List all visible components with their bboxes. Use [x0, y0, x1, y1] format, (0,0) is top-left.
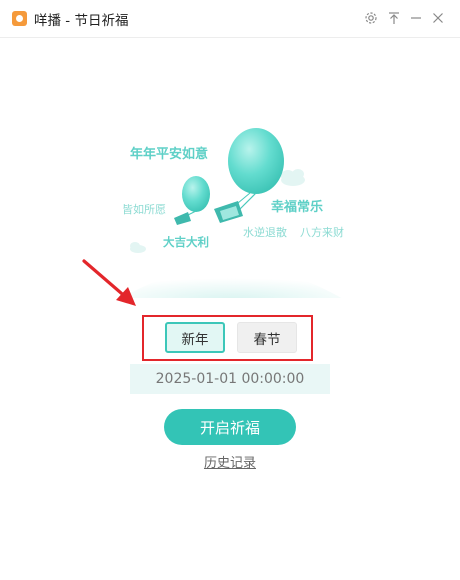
tab-new-year[interactable]: 新年: [165, 322, 225, 353]
pin-top-icon[interactable]: [384, 8, 404, 28]
history-link[interactable]: 历史记录: [0, 452, 460, 471]
balloon-scene: [121, 128, 342, 298]
close-icon[interactable]: [428, 8, 448, 28]
blessing-text-4: 幸福常乐: [271, 200, 324, 215]
settings-icon[interactable]: [361, 8, 381, 28]
minimize-icon[interactable]: [406, 8, 426, 28]
tab-spring-festival[interactable]: 春节: [237, 322, 297, 353]
title-bar: 咩播 - 节日祈福: [0, 0, 460, 38]
annotation-arrow: [82, 259, 136, 306]
window-title: 咩播 - 节日祈福: [34, 13, 129, 29]
start-blessing-button[interactable]: 开启祈福: [164, 409, 296, 445]
datetime-display: 2025-01-01 00:00:00: [130, 364, 330, 394]
blessing-illustration: 年年平安如意 皆如所愿 大吉大利 幸福常乐 水逆退散 八方来财: [0, 38, 460, 298]
blessing-text-6: 八方来财: [300, 226, 344, 239]
blessing-text-2: 皆如所愿: [122, 203, 166, 216]
blessing-text-1: 年年平安如意: [130, 147, 209, 162]
app-logo-icon: [12, 11, 27, 26]
blessing-text-3: 大吉大利: [163, 235, 209, 249]
blessing-text-5: 水逆退散: [243, 226, 287, 239]
